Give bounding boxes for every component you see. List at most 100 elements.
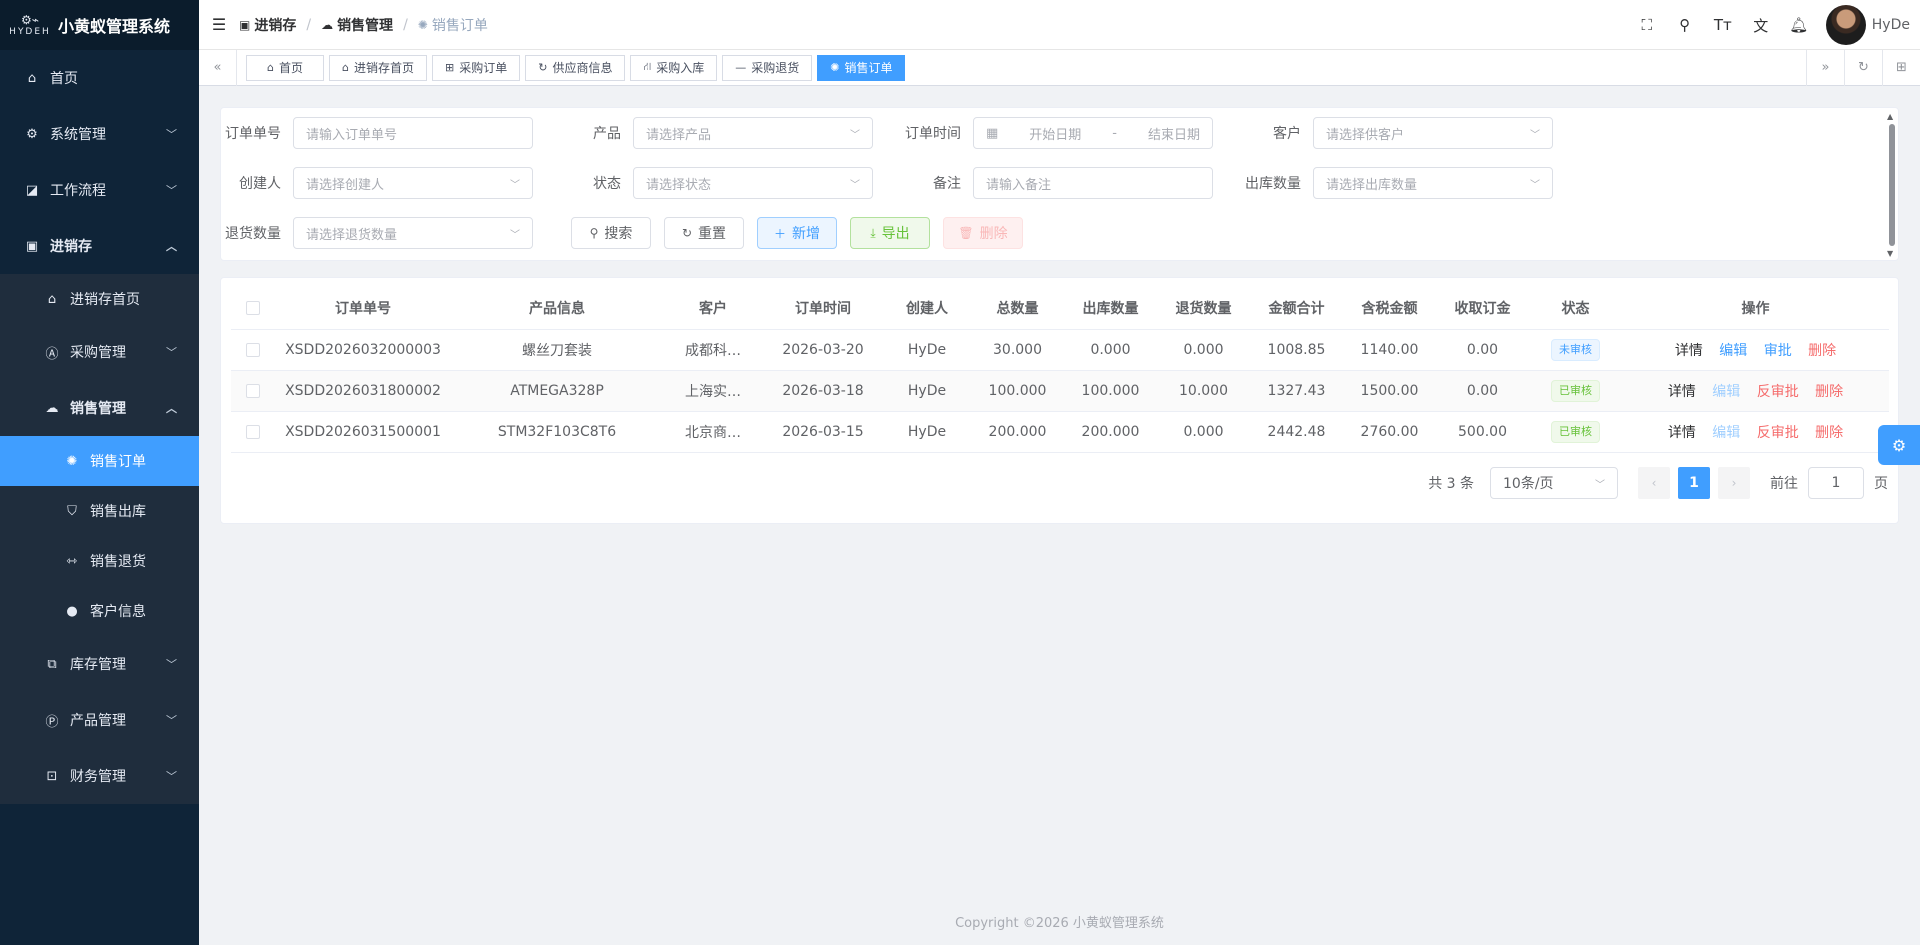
settings-float-button[interactable]: ⚙ [1878,425,1920,465]
order-date-range[interactable]: ▦ 开始日期 - 结束日期 [973,117,1213,149]
sidebar-item-sales[interactable]: ☁ 销售管理 ︿ [0,380,199,436]
tags-scroll-right-icon[interactable]: » [1806,49,1844,86]
table-row[interactable]: XSDD2026031800002 ATMEGA328P 上海实… 2026-0… [231,370,1889,412]
breadcrumb: ▣ 进销存 / ☁ 销售管理 / ✺ 销售订单 [239,15,488,35]
col-header: 客户 [663,288,763,330]
page-jump: 前往 1 页 [1770,467,1888,499]
gear-icon: ⚙ [26,126,38,142]
username[interactable]: HyDe [1872,17,1910,33]
return-qty-select[interactable]: 请选择退货数量 ﹀ [293,217,533,249]
delete-link[interactable]: 删除 [1815,425,1843,441]
sidebar-item-workflow[interactable]: ◪ 工作流程 ﹀ [0,162,199,218]
unapprove-link[interactable]: 反审批 [1757,425,1799,441]
breadcrumb-item[interactable]: ▣ 进销存 [239,15,296,35]
chevron-down-icon: ﹀ [166,346,177,359]
page-number-button[interactable]: 1 [1678,467,1710,499]
form-item-creator: 创建人 请选择创建人 ﹀ [221,167,533,199]
stock-icon: ⧉ [47,656,57,672]
status-select[interactable]: 请选择状态 ﹀ [633,167,873,199]
tag-purchase-return[interactable]: — 采购退货 [722,54,813,81]
refresh-icon[interactable]: ↻ [1844,49,1882,86]
sidebar-item-inventory-home[interactable]: ⌂ 进销存首页 [0,274,199,324]
row-checkbox[interactable] [246,342,260,357]
next-page-button[interactable]: › [1718,467,1750,499]
sidebar-item-home[interactable]: ⌂ 首页 [0,50,199,106]
table-row[interactable]: XSDD2026031500001 STM32F103C8T6 北京商… 202… [231,411,1889,453]
avatar[interactable] [1825,5,1866,45]
product-select[interactable]: 请选择产品 ﹀ [633,117,873,149]
scroll-up-icon[interactable]: ▲ [1887,112,1893,121]
sidebar-item-sales-outbound[interactable]: ⛉ 销售出库 [0,486,199,536]
remark-input[interactable]: 请输入备注 [973,167,1213,199]
status-badge: 未审核 [1551,338,1600,361]
page-jump-input[interactable]: 1 [1808,467,1864,499]
chevron-down-icon: ﹀ [166,184,177,197]
approve-link[interactable]: 审批 [1764,343,1792,359]
tags-scroll-left-icon[interactable]: « [199,49,237,86]
sidebar-item-purchase[interactable]: Ⓐ 采购管理 ﹀ [0,324,199,380]
form-item-order-no: 订单单号 请输入订单单号 [221,117,533,149]
creator-select[interactable]: 请选择创建人 ﹀ [293,167,533,199]
col-header: 产品信息 [451,288,663,330]
delete-button[interactable]: 🗑︎ 删除 [943,217,1023,249]
sidebar-item-system[interactable]: ⚙ 系统管理 ﹀ [0,106,199,162]
order-no-input[interactable]: 请输入订单单号 [293,117,533,149]
select-all-checkbox[interactable] [246,301,260,316]
row-checkbox[interactable] [246,424,260,439]
sidebar-item-customer[interactable]: ● 客户信息 [0,586,199,636]
row-checkbox[interactable] [246,383,260,398]
brand[interactable]: ⚙⌁ HYDEH 小黄蚁管理系统 [0,0,199,50]
col-header: 订单时间 [763,288,883,330]
out-qty-select[interactable]: 请选择出库数量 ﹀ [1313,167,1553,199]
sidebar-item-sales-order[interactable]: ✺ 销售订单 [0,436,199,486]
grid-menu-icon[interactable]: ⊞ [1882,49,1920,86]
tag-purchase-inbound[interactable]: ⛙ 采购入库 [630,54,718,81]
delete-link[interactable]: 删除 [1815,384,1843,400]
add-button[interactable]: ＋新增 [757,217,837,249]
sidebar-item-inventory[interactable]: ▣ 进销存 ︿ [0,218,199,274]
table-row[interactable]: XSDD2026032000003 螺丝刀套装 成都科… 2026-03-20 … [231,329,1889,371]
col-header: 收取订金 [1436,288,1529,330]
scroll-down-icon[interactable]: ▼ [1887,249,1893,258]
font-size-icon[interactable]: Tт [1704,16,1742,34]
edit-link[interactable]: 编辑 [1712,384,1740,400]
sidebar-item-finance[interactable]: ⊡ 财务管理 ﹀ [0,748,199,804]
plus-icon: ＋ [773,226,786,241]
app-title: 小黄蚁管理系统 [58,17,171,36]
edit-link[interactable]: 编辑 [1712,425,1740,441]
hamburger-icon[interactable]: ☰ [199,15,239,34]
delete-link[interactable]: 删除 [1808,343,1836,359]
edit-link[interactable]: 编辑 [1719,343,1747,359]
reset-button[interactable]: ↻ 重置 [664,217,744,249]
unapprove-link[interactable]: 反审批 [1757,384,1799,400]
search-button[interactable]: ⚲ 搜索 [571,217,651,249]
refresh-icon: ↻ [681,226,693,240]
page-size-select[interactable]: 10条/页 ﹀ [1490,467,1618,499]
sidebar-item-sales-return[interactable]: ⇿ 销售退货 [0,536,199,586]
purchase-icon: Ⓐ [45,346,59,362]
product-icon: Ⓟ [45,714,59,730]
sidebar-item-product[interactable]: Ⓟ 产品管理 ﹀ [0,692,199,748]
scrollbar-thumb[interactable] [1889,124,1895,246]
search-panel-scrollbar[interactable]: ▲ ▼ [1887,112,1896,258]
tag-sales-order[interactable]: ✺ 销售订单 [817,54,906,81]
prev-page-button[interactable]: ‹ [1638,467,1670,499]
detail-link[interactable]: 详情 [1675,343,1703,359]
detail-link[interactable]: 详情 [1668,425,1696,441]
bell-icon[interactable]: 🔔︎ [1780,16,1818,34]
breadcrumb-item[interactable]: ☁ 销售管理 [321,15,393,35]
sidebar-item-stock[interactable]: ⧉ 库存管理 ﹀ [0,636,199,692]
search-icon[interactable]: ⚲ [1666,16,1704,34]
col-header: 操作 [1622,288,1889,330]
tag-home[interactable]: ⌂ 首页 [246,54,324,81]
detail-link[interactable]: 详情 [1668,384,1696,400]
export-button[interactable]: ⤓ 导出 [850,217,930,249]
customer-select[interactable]: 请选择供客户 ﹀ [1313,117,1553,149]
footer-copyright: Copyright ©2026 小黄蚁管理系统 [955,916,1164,931]
fullscreen-icon[interactable]: ⛶ [1628,16,1666,34]
tag-supplier[interactable]: ↻ 供应商信息 [525,54,626,81]
tag-inventory-home[interactable]: ⌂ 进销存首页 [329,54,427,81]
tag-purchase-order[interactable]: ⊞ 采购订单 [432,54,521,81]
translate-icon[interactable]: 文 [1742,15,1780,36]
form-item-out-qty: 出库数量 请选择出库数量 ﹀ [1241,167,1553,199]
